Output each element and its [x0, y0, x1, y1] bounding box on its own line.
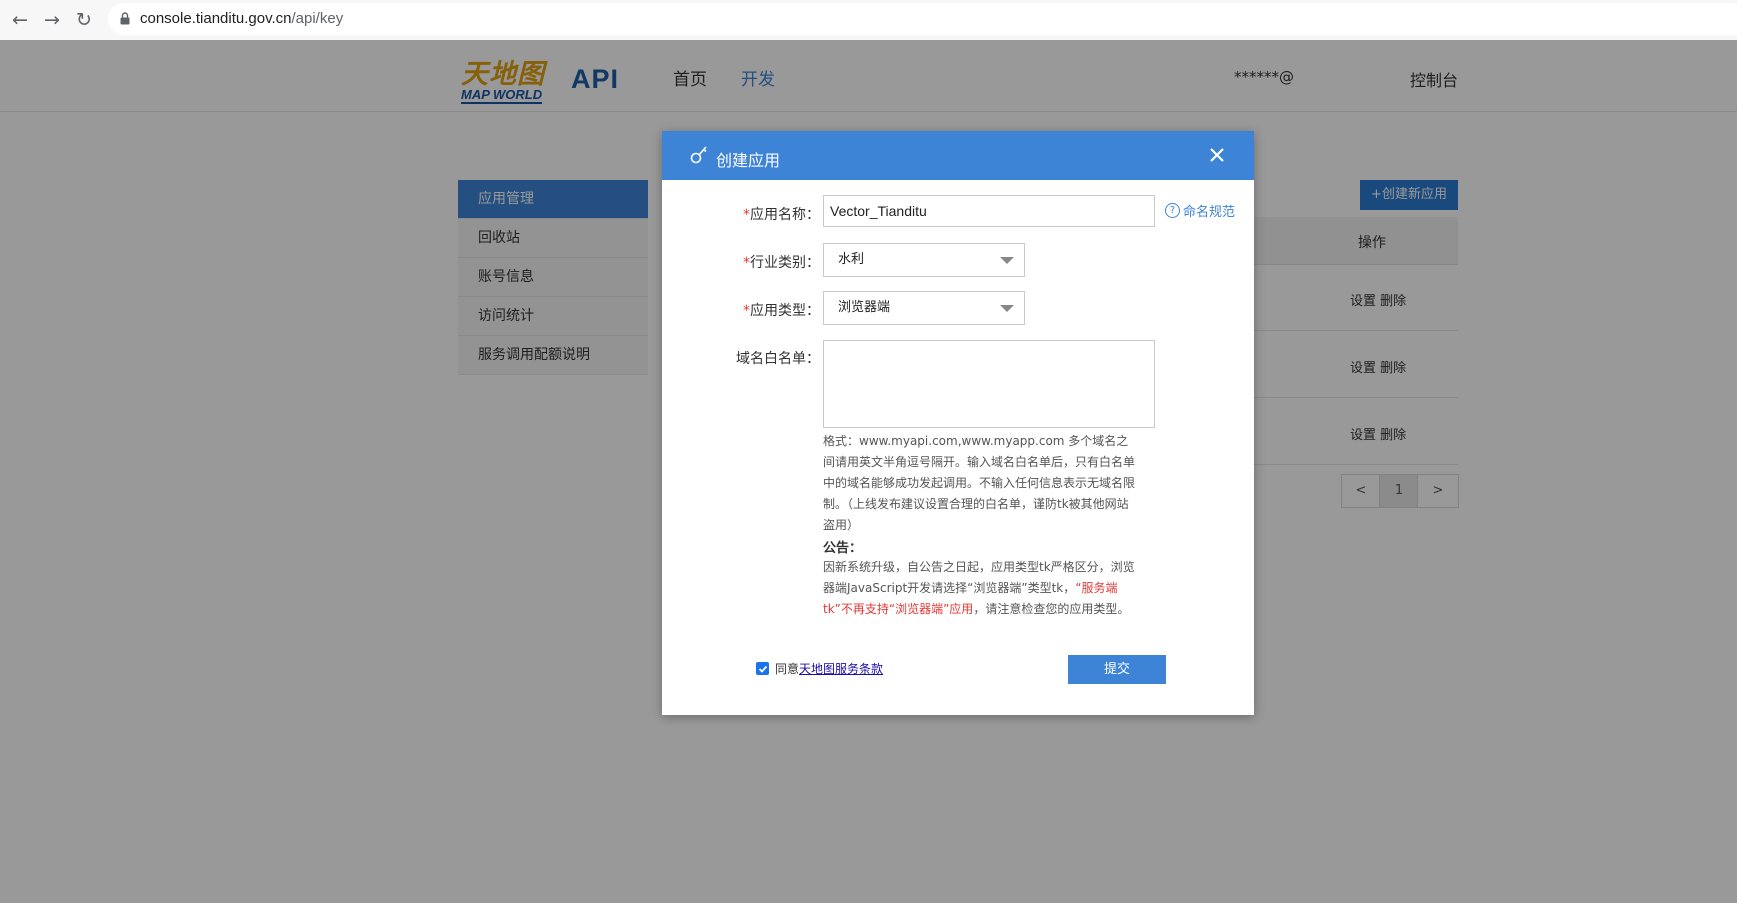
app-type-select[interactable]: 浏览器端 — [823, 291, 1025, 325]
terms-agreement: 同意 天地图服务条款 — [756, 660, 883, 677]
checkmark-icon — [758, 665, 767, 673]
address-bar[interactable]: console.tianditu.gov.cn/api/key — [108, 3, 1737, 35]
industry-label: *行业类别： — [743, 255, 820, 271]
app-name-label: *应用名称： — [743, 207, 820, 223]
naming-rule-link[interactable]: ? 命名规范 — [1165, 201, 1235, 220]
agree-checkbox[interactable] — [756, 662, 769, 675]
key-icon — [690, 146, 707, 164]
dialog-header: 创建应用 — [662, 131, 1254, 180]
back-icon[interactable]: ← — [8, 8, 32, 32]
url-host: console.tianditu.gov.cn — [140, 10, 292, 27]
chevron-down-icon — [1000, 257, 1014, 264]
dialog-title: 创建应用 — [716, 151, 781, 170]
forward-icon[interactable]: → — [40, 8, 64, 32]
notice-title: 公告： — [823, 541, 863, 556]
url-text: console.tianditu.gov.cn/api/key — [140, 10, 343, 27]
submit-button[interactable]: 提交 — [1068, 655, 1166, 684]
industry-select[interactable]: 水利 — [823, 243, 1025, 277]
browser-toolbar: ← → ↻ console.tianditu.gov.cn/api/key — [0, 0, 1737, 41]
domain-whitelist-textarea[interactable] — [823, 340, 1155, 428]
close-icon[interactable] — [1206, 144, 1228, 166]
url-path: /api/key — [291, 10, 344, 27]
reload-icon[interactable]: ↻ — [72, 8, 96, 32]
app-name-input[interactable]: Vector_Tianditu — [823, 195, 1155, 227]
chevron-down-icon — [1000, 305, 1014, 312]
create-app-dialog: 创建应用 *应用名称： Vector_Tianditu ? 命名规范 *行业类别：… — [662, 131, 1254, 715]
agree-prefix: 同意 — [775, 662, 800, 676]
lock-icon — [120, 12, 130, 25]
app-type-label: *应用类型： — [743, 303, 820, 319]
domain-whitelist-label: 域名白名单： — [736, 351, 820, 367]
page: 天地图 MAP WORLD API 首页 开发 ******@ 控制台 应用管理… — [0, 40, 1737, 903]
whitelist-format-hint: 格式：www.myapi.com,www.myapp.com 多个域名之间请用英… — [823, 434, 1136, 532]
help-circle-icon: ? — [1165, 203, 1180, 218]
terms-link[interactable]: 天地图服务条款 — [799, 660, 883, 677]
notice-text: 因新系统升级，自公告之日起，应用类型tk严格区分，浏览器端JavaScript开… — [823, 560, 1135, 616]
